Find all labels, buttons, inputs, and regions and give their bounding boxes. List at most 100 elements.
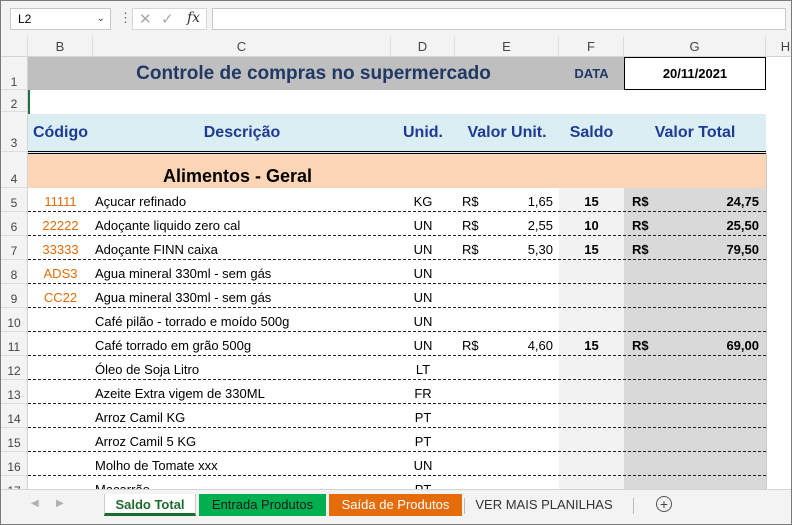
item-price-currency[interactable] — [455, 356, 495, 380]
item-unit-price[interactable]: 5,30 — [495, 236, 559, 260]
row-header[interactable]: 12 — [1, 356, 27, 380]
item-unit-price[interactable] — [495, 284, 559, 308]
item-unit[interactable]: PT — [391, 404, 455, 428]
item-description[interactable]: Café pilão - torrado e moído 500g — [93, 308, 391, 332]
item-saldo[interactable] — [559, 308, 624, 332]
row-header[interactable]: 16 — [1, 452, 27, 476]
item-total-currency[interactable]: R$ — [624, 188, 664, 212]
item-total[interactable] — [664, 260, 766, 284]
item-unit[interactable]: FR — [391, 380, 455, 404]
item-description[interactable]: Adoçante FINN caixa — [93, 236, 391, 260]
header-unid[interactable]: Unid. — [391, 114, 455, 151]
item-price-currency[interactable] — [455, 308, 495, 332]
column-header-g[interactable]: G — [624, 37, 766, 56]
item-description[interactable]: Adoçante liquido zero cal — [93, 212, 391, 236]
item-saldo[interactable] — [559, 428, 624, 452]
item-unit[interactable]: UN — [391, 332, 455, 356]
column-header-c[interactable]: C — [93, 37, 391, 56]
item-saldo[interactable] — [559, 452, 624, 476]
row-header[interactable]: 10 — [1, 308, 27, 332]
item-description[interactable]: Café torrado em grão 500g — [93, 332, 391, 356]
item-total[interactable]: 25,50 — [664, 212, 766, 236]
item-unit-price[interactable]: 2,55 — [495, 212, 559, 236]
item-total-currency[interactable]: R$ — [624, 212, 664, 236]
item-unit[interactable]: UN — [391, 260, 455, 284]
item-description[interactable]: Arroz Camil 5 KG — [93, 428, 391, 452]
confirm-check-icon[interactable]: ✓ — [161, 10, 174, 28]
item-total[interactable] — [664, 452, 766, 476]
item-price-currency[interactable] — [455, 380, 495, 404]
item-total-currency[interactable]: R$ — [624, 332, 664, 356]
item-unit[interactable]: UN — [391, 452, 455, 476]
item-description[interactable]: Azeite Extra vigem de 330ML — [93, 380, 391, 404]
item-saldo[interactable]: 15 — [559, 188, 624, 212]
item-saldo[interactable] — [559, 356, 624, 380]
item-unit[interactable]: PT — [391, 428, 455, 452]
item-unit[interactable]: UN — [391, 284, 455, 308]
item-price-currency[interactable]: R$ — [455, 212, 495, 236]
item-unit-price[interactable] — [495, 380, 559, 404]
item-total-currency[interactable] — [624, 284, 664, 308]
date-label[interactable]: DATA — [559, 57, 624, 90]
section-title[interactable]: Alimentos - Geral — [163, 154, 463, 188]
item-total-currency[interactable] — [624, 356, 664, 380]
tab-entrada-produtos[interactable]: Entrada Produtos — [199, 494, 326, 516]
item-total-currency[interactable] — [624, 428, 664, 452]
cancel-x-icon[interactable]: ✕ — [139, 10, 152, 28]
column-header-b[interactable]: B — [28, 37, 93, 56]
item-unit-price[interactable] — [495, 428, 559, 452]
item-code[interactable] — [28, 452, 93, 476]
row-header[interactable]: 5 — [1, 188, 27, 212]
header-valor-total[interactable]: Valor Total — [624, 114, 766, 151]
item-price-currency[interactable]: R$ — [455, 332, 495, 356]
row-header[interactable]: 9 — [1, 284, 27, 308]
item-code[interactable]: 22222 — [28, 212, 93, 236]
item-total[interactable] — [664, 284, 766, 308]
item-saldo[interactable]: 15 — [559, 236, 624, 260]
item-total[interactable]: 79,50 — [664, 236, 766, 260]
item-unit[interactable]: UN — [391, 236, 455, 260]
item-total[interactable] — [664, 308, 766, 332]
column-header-f[interactable]: F — [559, 37, 624, 56]
tab-saida-produtos[interactable]: Saída de Produtos — [329, 494, 462, 516]
item-total-currency[interactable] — [624, 308, 664, 332]
item-total[interactable]: 69,00 — [664, 332, 766, 356]
item-price-currency[interactable]: R$ — [455, 236, 495, 260]
name-box[interactable]: L2 ⌄ — [10, 8, 111, 30]
item-unit-price[interactable] — [495, 452, 559, 476]
item-code[interactable] — [28, 404, 93, 428]
item-price-currency[interactable]: R$ — [455, 188, 495, 212]
item-code[interactable] — [28, 428, 93, 452]
item-unit[interactable]: KG — [391, 188, 455, 212]
item-total[interactable] — [664, 356, 766, 380]
tab-ver-mais-planilhas[interactable]: VER MAIS PLANILHAS — [465, 494, 623, 516]
row-header[interactable]: 3 — [1, 112, 27, 152]
item-code[interactable]: 11111 — [28, 188, 93, 212]
item-saldo[interactable] — [559, 260, 624, 284]
item-code[interactable] — [28, 332, 93, 356]
row-header[interactable]: 7 — [1, 236, 27, 260]
insert-function-icon[interactable]: fx — [187, 10, 200, 26]
formula-input[interactable] — [212, 8, 786, 30]
item-saldo[interactable]: 10 — [559, 212, 624, 236]
item-price-currency[interactable] — [455, 452, 495, 476]
item-total[interactable]: 24,75 — [664, 188, 766, 212]
item-total[interactable] — [664, 380, 766, 404]
item-unit-price[interactable] — [495, 260, 559, 284]
item-price-currency[interactable] — [455, 404, 495, 428]
item-code[interactable] — [28, 380, 93, 404]
row-header[interactable]: 8 — [1, 260, 27, 284]
triangle-right-icon[interactable]: ▶ — [56, 498, 64, 509]
item-saldo[interactable] — [559, 380, 624, 404]
row-header[interactable]: 6 — [1, 212, 27, 236]
item-description[interactable]: Açucar refinado — [93, 188, 391, 212]
item-unit-price[interactable] — [495, 356, 559, 380]
more-options-icon[interactable]: ⋮ — [119, 10, 132, 26]
row-header[interactable]: 2 — [1, 90, 27, 112]
row-header[interactable]: 4 — [1, 152, 27, 188]
item-total[interactable] — [664, 428, 766, 452]
item-price-currency[interactable] — [455, 260, 495, 284]
tab-saldo-total[interactable]: Saldo Total — [104, 494, 196, 516]
row-header[interactable]: 15 — [1, 428, 27, 452]
item-saldo[interactable] — [559, 284, 624, 308]
